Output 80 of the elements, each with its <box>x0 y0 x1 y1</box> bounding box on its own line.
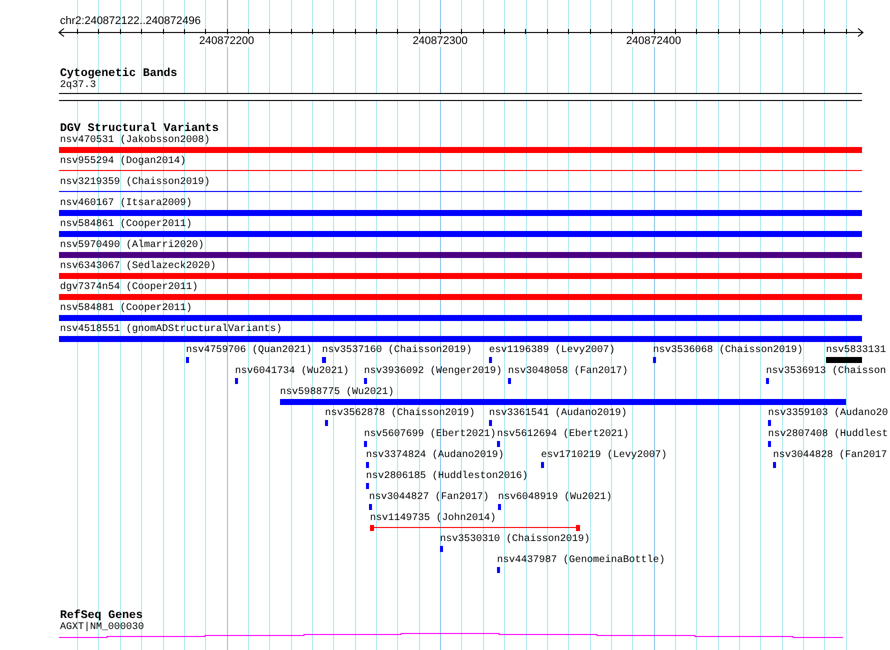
variant-bar[interactable] <box>59 336 862 342</box>
variant-label: nsv5970490 (Almarri2020) <box>60 240 204 251</box>
variant-label: esv1196389 (Levy2007) <box>489 345 616 356</box>
variant-bar[interactable] <box>440 546 443 552</box>
gene-label: AGXT|NM_000030 <box>60 622 144 633</box>
variant-bar[interactable] <box>59 231 862 237</box>
variant-bar[interactable] <box>59 294 862 300</box>
variant-bar[interactable] <box>366 483 369 489</box>
variant-line[interactable] <box>59 191 862 192</box>
variant-label: nsv3530310 (Chaisson2019) <box>440 534 590 545</box>
track-title: Cytogenetic Bands <box>60 68 178 80</box>
variant-label: nsv1149735 (John2014) <box>370 513 496 524</box>
track-title: DGV Structural Variants <box>60 122 219 135</box>
variant-bar[interactable] <box>369 504 372 510</box>
variant-label: nsv3536913 (Chaisson <box>766 366 886 377</box>
variant-label: nsv3361541 (Audano2019) <box>489 408 628 419</box>
variant-bar[interactable] <box>59 147 862 153</box>
variant-bar[interactable] <box>364 441 367 447</box>
variant-bar[interactable] <box>280 399 846 405</box>
variant-label: nsv5612694 (Ebert2021) <box>497 429 630 440</box>
variant-label: nsv3936092 (Wenger2019) <box>364 366 502 377</box>
ruler-tick-label: 240872200 <box>199 35 254 47</box>
variant-span[interactable] <box>370 525 580 531</box>
variant-label: nsv6048919 (Wu2021) <box>498 492 612 503</box>
variant-bar[interactable] <box>366 462 369 468</box>
variant-bar[interactable] <box>235 378 238 384</box>
variant-label: nsv3537160 (Chaisson2019) <box>322 345 472 356</box>
variant-label: dgv7374n54 (Cooper2011) <box>60 282 198 293</box>
variant-label: nsv3374824 (Audano2019) <box>366 450 504 461</box>
variant-label: nsv955294 (Dogan2014) <box>60 156 186 167</box>
variant-bar[interactable] <box>541 462 544 468</box>
variant-bar[interactable] <box>653 357 656 363</box>
gene-feature[interactable] <box>59 633 843 638</box>
variant-label: nsv3359103 (Audano20 <box>768 408 888 419</box>
variant-bar[interactable] <box>768 420 771 426</box>
variant-label: nsv5833131 <box>826 345 886 356</box>
variant-bar[interactable] <box>489 357 492 363</box>
variant-bar[interactable] <box>498 504 501 510</box>
ruler-tick-label: 240872300 <box>412 35 468 47</box>
variant-label: nsv2806185 (Huddleston2016) <box>366 471 528 482</box>
variant-label: nsv3536068 (Chaisson2019) <box>653 345 804 356</box>
variant-label: nsv6343067 (Sedlazeck2020) <box>60 261 216 272</box>
variant-label: nsv2807408 (Huddlest <box>768 429 888 440</box>
variant-label: nsv3044827 (Fan2017) <box>369 492 490 503</box>
variant-line[interactable] <box>59 170 862 171</box>
band-label: 2q37.3 <box>60 80 96 91</box>
variant-bar[interactable] <box>773 462 776 468</box>
variant-bar[interactable] <box>508 378 511 384</box>
variant-bar[interactable] <box>59 210 862 216</box>
variant-label: nsv4759706 (Quan2021) <box>186 345 312 356</box>
variant-label: nsv4437987 (GenomeinaBottle) <box>497 555 666 566</box>
track-title: RefSeq Genes <box>60 610 143 622</box>
variant-bar[interactable] <box>489 420 492 426</box>
variant-label: nsv4518551 (gnomADStructuralVariants) <box>60 324 282 335</box>
region-location: chr2:240872122..240872496 <box>60 15 201 27</box>
variant-bar[interactable] <box>59 315 862 321</box>
variant-bar[interactable] <box>59 252 862 258</box>
ruler-tick-label: 240872400 <box>626 35 682 47</box>
variant-label: nsv5988775 (Wu2021) <box>280 387 394 398</box>
variant-bar[interactable] <box>364 378 367 384</box>
variant-bar[interactable] <box>497 441 500 447</box>
variant-label: esv1710219 (Levy2007) <box>541 450 668 461</box>
variant-label: nsv6041734 (Wu2021) <box>235 366 350 377</box>
variant-bar[interactable] <box>322 357 326 363</box>
variant-label: nsv3044828 (Fan2017 <box>773 450 888 461</box>
variant-label: nsv460167 (Itsara2009) <box>60 198 192 209</box>
variant-label: nsv584881 (Cooper2011) <box>60 303 192 314</box>
variant-bar[interactable] <box>766 378 769 384</box>
variant-bar[interactable] <box>768 441 771 447</box>
variant-label: nsv584861 (Cooper2011) <box>60 219 192 230</box>
variant-bar[interactable] <box>325 420 328 426</box>
variant-bar[interactable] <box>826 357 862 363</box>
variant-label: nsv5607699 (Ebert2021) <box>364 429 496 440</box>
variant-bar[interactable] <box>59 273 862 279</box>
variant-label: nsv3562878 (Chaisson2019) <box>325 408 476 419</box>
variant-bar[interactable] <box>186 357 189 363</box>
variant-bar[interactable] <box>497 567 500 573</box>
variant-label: nsv470531 (Jakobsson2008) <box>60 135 210 146</box>
variant-label: nsv3219359 (Chaisson2019) <box>60 177 210 188</box>
variant-label: nsv3048058 (Fan2017) <box>508 366 628 377</box>
